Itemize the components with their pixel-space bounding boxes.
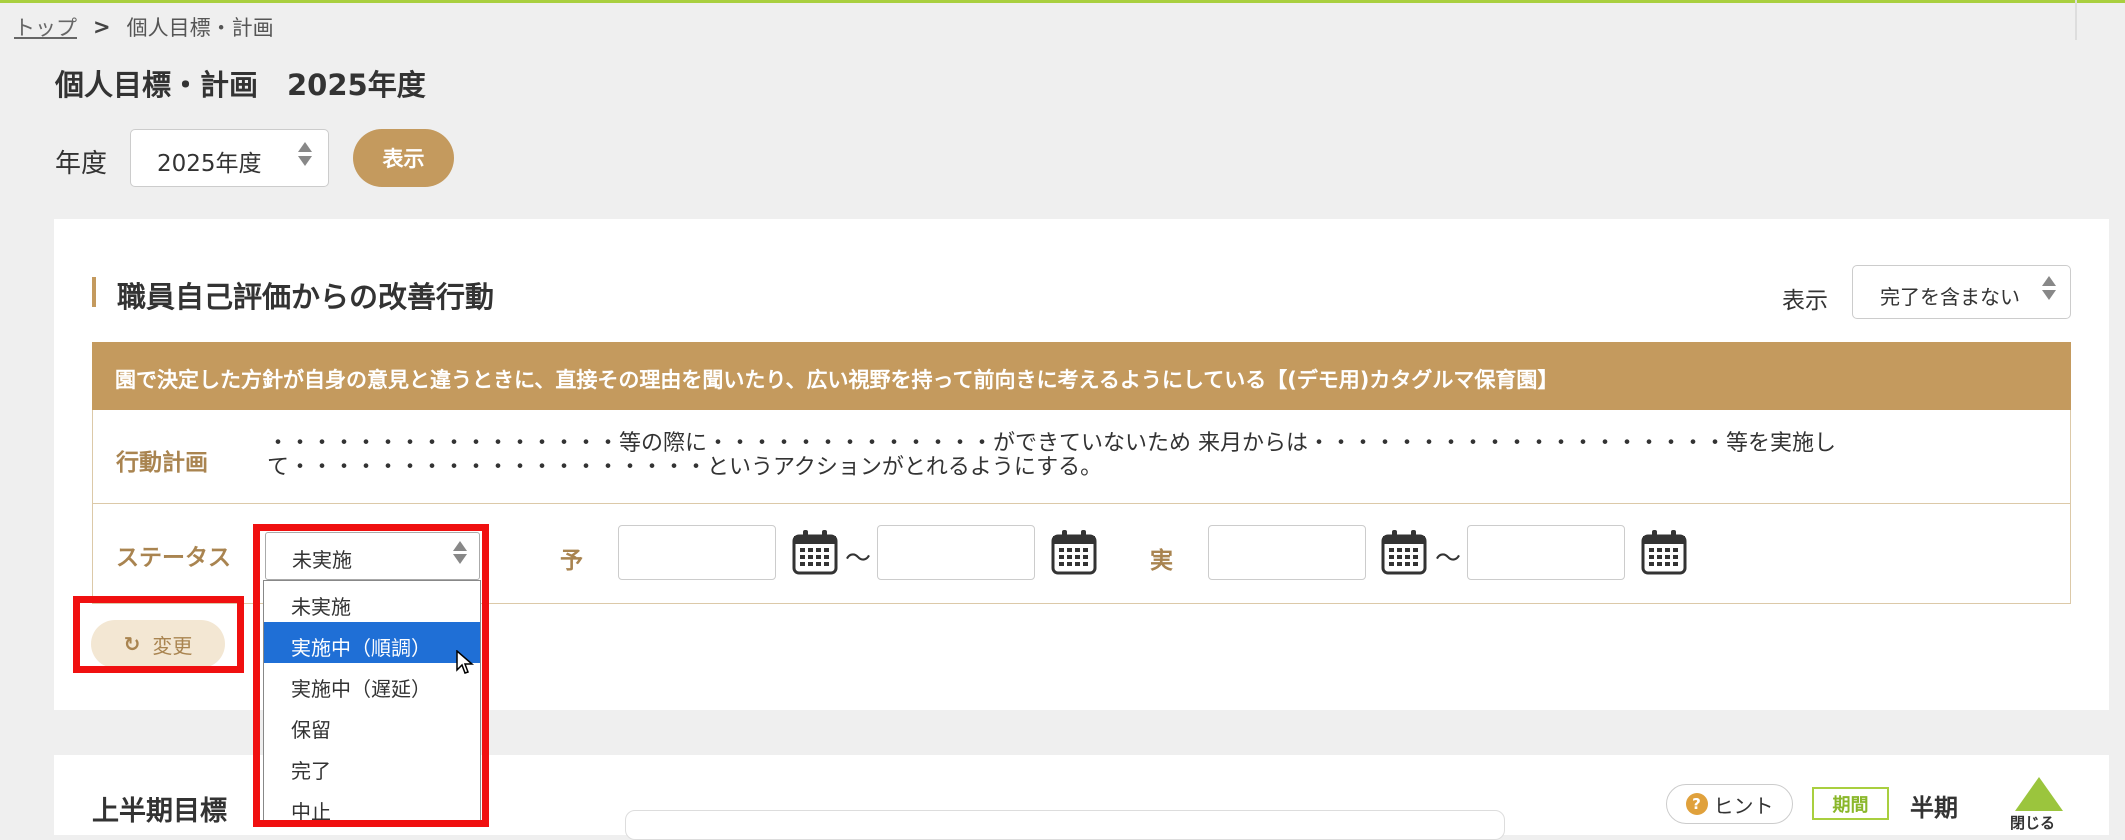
breadcrumb-current: 個人目標・計画 [126,16,274,40]
top-accent-bar [0,0,2125,3]
actual-start-date-input[interactable] [1208,525,1366,580]
actual-label: 実 [1150,548,1173,574]
calendar-icon[interactable] [1050,528,1098,576]
display-filter-value: 完了を含まない [1880,285,2020,309]
actual-end-date-input[interactable] [1467,525,1625,580]
section-accent-bar [92,277,96,307]
planned-end-date-input[interactable] [877,525,1035,580]
breadcrumb-separator: > [93,15,111,39]
show-button[interactable]: 表示 [353,129,454,187]
display-filter-select[interactable]: 完了を含まない [1852,265,2071,319]
first-half-goal-title: 上半期目標 [92,796,227,827]
plan-label: 行動計画 [116,450,208,476]
question-icon: ? [1685,793,1708,815]
select-arrows-icon [2042,276,2056,300]
calendar-icon[interactable] [791,528,839,576]
breadcrumb-home-link[interactable]: トップ [14,12,77,42]
year-label: 年度 [55,149,108,179]
calendar-icon[interactable] [1380,528,1428,576]
planned-label: 予 [560,548,583,574]
goal-input[interactable] [625,810,1505,840]
goal-header: 園で決定した方針が自身の意見と違うときに、直接その理由を聞いたり、広い視野を持っ… [92,342,2071,410]
highlight-box [73,596,244,673]
section-title: 職員自己評価からの改善行動 [117,280,495,314]
range-separator: 〜 [845,544,872,574]
page-title: 個人目標・計画 2025年度 [55,68,426,102]
collapse-up-icon[interactable] [2015,777,2063,811]
hint-button[interactable]: ? ヒント [1666,784,1793,824]
year-select-value: 2025年度 [157,151,262,177]
hint-button-label: ヒント [1713,793,1774,818]
display-filter-label: 表示 [1782,288,1828,314]
period-badge: 期間 [1812,787,1889,820]
period-value: 半期 [1910,794,1958,822]
plan-text: ・・・・・・・・・・・・・・・・等の際に・・・・・・・・・・・・・ができていない… [267,431,1836,480]
divider [2075,0,2077,40]
mouse-cursor-icon [456,650,474,674]
year-select[interactable]: 2025年度 [130,129,329,187]
range-separator: 〜 [1435,544,1462,574]
plan-row: 行動計画 ・・・・・・・・・・・・・・・・等の際に・・・・・・・・・・・・・がで… [92,410,2071,504]
breadcrumb: トップ > 個人目標・計画 [14,12,274,42]
calendar-icon[interactable] [1640,528,1688,576]
planned-start-date-input[interactable] [618,525,776,580]
select-arrows-icon [298,142,312,166]
status-label: ステータス [116,545,231,571]
highlight-box [253,524,489,827]
